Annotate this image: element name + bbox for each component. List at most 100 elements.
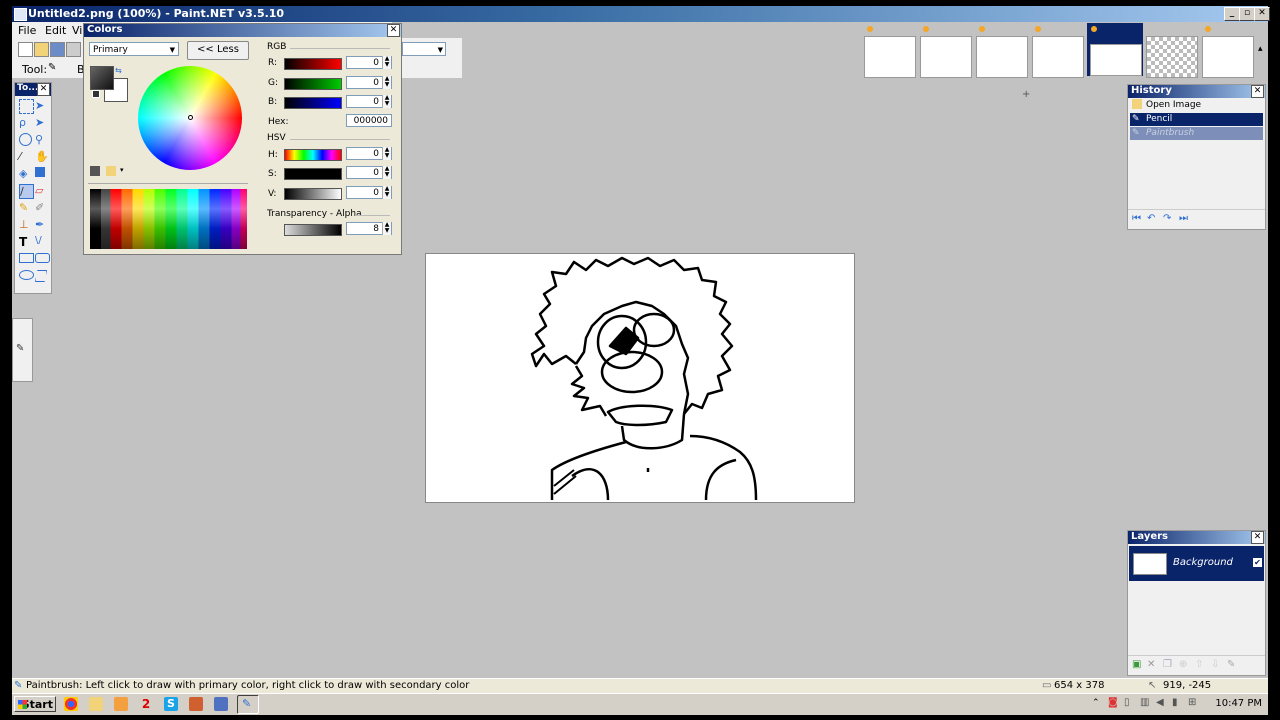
less-button[interactable]: << Less	[187, 41, 249, 60]
save-icon[interactable]	[50, 42, 65, 57]
g-spinner[interactable]: ▲ ▼	[382, 76, 391, 89]
layer-visibility-checkbox[interactable]: ✔	[1253, 558, 1262, 567]
reset-colors-icon[interactable]	[92, 90, 100, 98]
close-icon[interactable]: ✕	[37, 83, 50, 96]
close-icon[interactable]: ✕	[387, 24, 400, 37]
eraser-icon[interactable]: ▱	[35, 184, 48, 197]
primary-color-swatch[interactable]	[90, 66, 114, 90]
redo-icon[interactable]: ↷	[1163, 213, 1171, 224]
image-canvas[interactable]	[426, 254, 854, 502]
color-palette[interactable]	[90, 189, 247, 249]
move-icon[interactable]: ➤	[35, 116, 48, 129]
zoom-icon[interactable]: ⚲	[35, 133, 48, 146]
last-step-icon[interactable]: ⏭	[1179, 213, 1188, 224]
recolor-icon[interactable]: ✒	[35, 218, 48, 231]
rounded-rectangle-icon[interactable]	[35, 253, 50, 263]
minimize-button[interactable]: _	[1224, 7, 1240, 21]
move-layer-up-icon[interactable]: ⇧	[1195, 659, 1203, 670]
delete-layer-icon[interactable]: ✕	[1147, 659, 1155, 670]
image-thumbnail-active[interactable]	[1090, 44, 1142, 76]
line-curve-icon[interactable]: \/	[35, 235, 48, 248]
alpha-slider[interactable]	[284, 224, 342, 236]
color-picker-icon[interactable]: ✐	[35, 201, 48, 214]
gradient-icon[interactable]	[35, 167, 45, 177]
ellipse-icon[interactable]	[19, 270, 34, 280]
pan-hand-icon[interactable]: ✋	[35, 150, 49, 163]
r-slider[interactable]	[284, 58, 342, 70]
power-icon[interactable]: ▮	[1172, 697, 1178, 708]
menu-file[interactable]: File	[18, 24, 36, 37]
current-tool-brush-icon[interactable]: ✎	[48, 62, 61, 75]
menu-edit[interactable]: Edit	[45, 24, 66, 37]
pencil-icon[interactable]: ✎	[16, 343, 24, 354]
media-player-icon[interactable]	[114, 697, 128, 711]
color-mode-dropdown[interactable]: Primary ▼	[89, 42, 179, 56]
image-thumbnail[interactable]	[1032, 36, 1084, 78]
undo-icon[interactable]: ↶	[1147, 213, 1155, 224]
maximize-button[interactable]: ▫	[1239, 7, 1255, 21]
pencil-icon[interactable]: ✎	[19, 201, 32, 214]
image-thumbnail[interactable]	[1146, 36, 1198, 78]
text-icon[interactable]: T	[19, 235, 32, 249]
b-slider[interactable]	[284, 97, 342, 109]
image-thumbnail[interactable]	[976, 36, 1028, 78]
close-icon[interactable]: ✕	[1251, 531, 1264, 544]
history-item-undone[interactable]: ✎ Paintbrush	[1130, 127, 1263, 140]
image-thumbnail[interactable]	[1202, 36, 1254, 78]
add-layer-icon[interactable]: ▣	[1132, 659, 1141, 670]
network-icon[interactable]: ▥	[1140, 697, 1149, 708]
image-thumbnail[interactable]	[864, 36, 916, 78]
clock[interactable]: 10:47 PM	[1215, 698, 1262, 709]
h-slider[interactable]	[284, 149, 342, 161]
b-spinner[interactable]: ▲ ▼	[382, 95, 391, 108]
move-selection-icon[interactable]: ➤	[35, 99, 48, 112]
move-layer-down-icon[interactable]: ⇩	[1211, 659, 1219, 670]
rectangle-icon[interactable]	[19, 253, 34, 263]
hex-input[interactable]: 000000	[346, 114, 392, 127]
duplicate-layer-icon[interactable]: ❐	[1163, 659, 1172, 670]
history-item[interactable]: Open Image	[1130, 99, 1263, 112]
history-item-selected[interactable]: ✎ Pencil	[1130, 113, 1263, 126]
volume-icon[interactable]: ◀	[1156, 697, 1164, 708]
menu-view[interactable]: Vi	[72, 24, 82, 37]
paintnet-taskbar-button[interactable]: ✎	[237, 695, 259, 714]
rectangle-select-icon[interactable]	[19, 99, 34, 114]
tray-icon[interactable]: ◙	[1108, 697, 1118, 708]
close-window-button[interactable]: ✕	[1254, 7, 1270, 21]
paint-bucket-icon[interactable]: ◈	[19, 167, 32, 180]
settings-icon[interactable]	[214, 697, 228, 711]
chrome-icon[interactable]	[64, 697, 78, 711]
h-spinner[interactable]: ▲ ▼	[382, 147, 391, 160]
clone-stamp-icon[interactable]: ⊥	[19, 218, 32, 231]
swap-colors-icon[interactable]: ⇆	[115, 66, 122, 75]
image-thumbnail[interactable]	[920, 36, 972, 78]
toolbar-dropdown[interactable]: ▼	[402, 42, 446, 56]
app-icon[interactable]	[189, 697, 203, 711]
print-icon[interactable]	[66, 42, 81, 57]
magic-wand-icon[interactable]: ⁄	[19, 150, 32, 163]
s-slider[interactable]	[284, 168, 342, 180]
ellipse-select-icon[interactable]	[19, 133, 32, 146]
freeform-shape-icon[interactable]	[35, 270, 47, 282]
palette-menu-icon[interactable]	[106, 166, 116, 176]
start-button[interactable]: Start	[14, 696, 56, 712]
new-file-icon[interactable]	[18, 42, 33, 57]
r-spinner[interactable]: ▲ ▼	[382, 56, 391, 69]
close-icon[interactable]: ✕	[1251, 85, 1264, 98]
palette-icon[interactable]	[90, 166, 100, 176]
first-step-icon[interactable]: ⏮	[1132, 213, 1141, 224]
chevron-up-icon[interactable]: ▴	[1258, 44, 1263, 54]
layer-properties-icon[interactable]: ✎	[1227, 659, 1235, 670]
folder-icon[interactable]	[89, 697, 103, 711]
layer-item-selected[interactable]: Background ✔	[1129, 546, 1264, 581]
skype-icon[interactable]: S	[164, 697, 178, 711]
v-slider[interactable]	[284, 188, 342, 200]
s-spinner[interactable]: ▲ ▼	[382, 166, 391, 179]
paintbrush-icon[interactable]: /	[19, 184, 34, 199]
open-file-icon[interactable]	[34, 42, 49, 57]
g-slider[interactable]	[284, 78, 342, 90]
tray-icon[interactable]: ▯	[1124, 697, 1130, 708]
alpha-spinner[interactable]: ▲ ▼	[382, 222, 391, 235]
tray-expand-icon[interactable]: ⌃	[1092, 698, 1100, 708]
app-2-icon[interactable]: 2	[139, 697, 153, 711]
